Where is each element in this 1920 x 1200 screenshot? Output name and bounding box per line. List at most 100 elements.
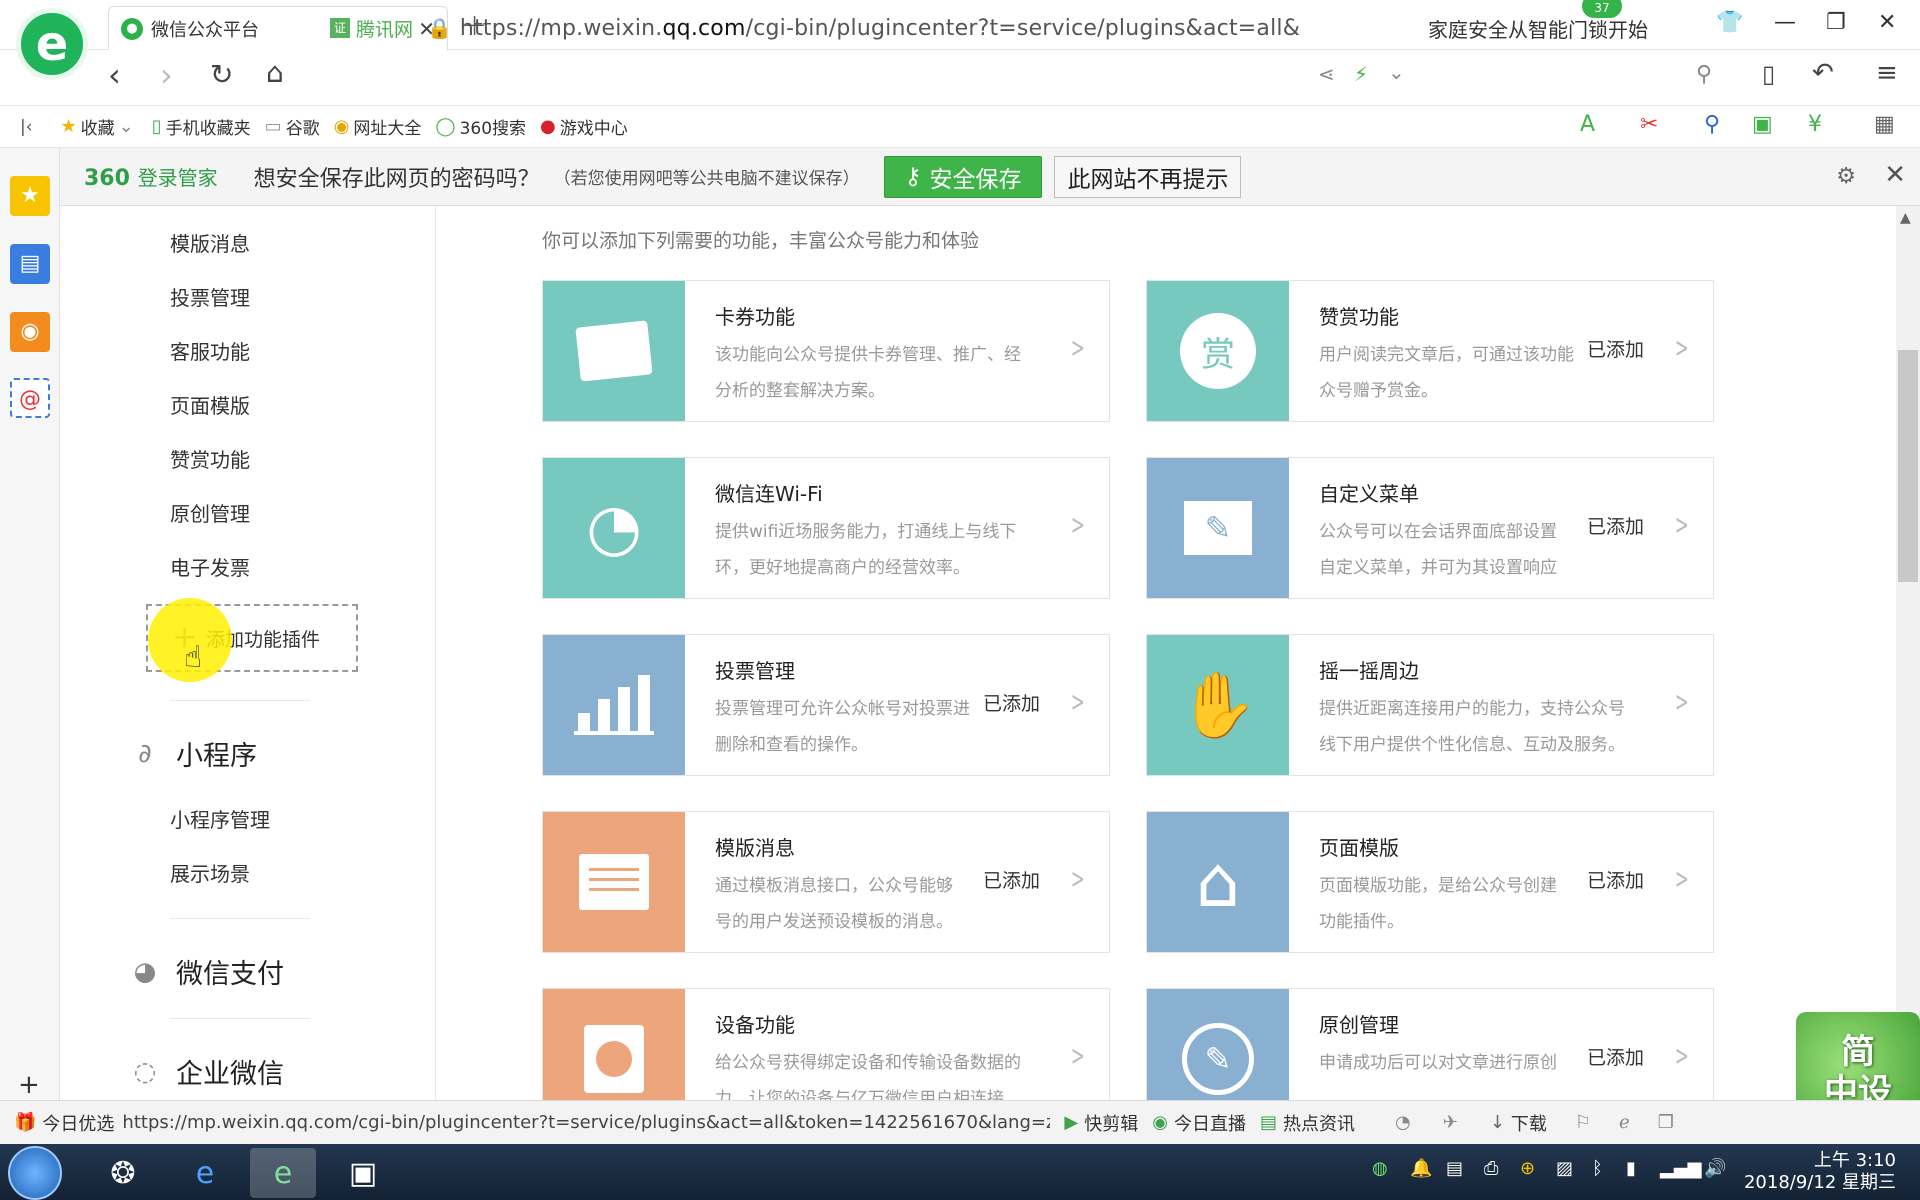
address-bar[interactable]: 证腾讯网 🔒 https://mp.weixin.qq.com/cgi-bin/…	[330, 8, 1390, 48]
bookmark-3[interactable]: ◉ 网址大全	[334, 114, 422, 139]
chevron-right-icon[interactable]: >	[1070, 508, 1084, 541]
chevron-right-icon[interactable]: >	[1070, 331, 1084, 364]
money-icon[interactable]: ¥	[1808, 112, 1822, 137]
scrollbar-thumb[interactable]	[1898, 350, 1918, 582]
sidebar-item-customer-service[interactable]: 客服功能	[170, 336, 250, 365]
sidebar-toggle-icon[interactable]: |‹	[20, 117, 33, 137]
scrollbar-track[interactable]	[1896, 206, 1920, 1100]
minimize-icon[interactable]: —	[1774, 10, 1796, 35]
chevron-right-icon[interactable]: >	[1674, 685, 1688, 718]
gamepad-icon[interactable]: ▣	[1752, 112, 1773, 137]
mobile-icon[interactable]: ▯	[1762, 60, 1775, 88]
plugin-card-card-coupon[interactable]: 卡券功能 该功能向公众号提供卡券管理、推广、经 分析的整套解决方案。 >	[542, 280, 1110, 422]
scissors-icon[interactable]: ✂	[1640, 112, 1658, 137]
bookmark-1[interactable]: ▯ 手机收藏夹	[152, 114, 251, 139]
translate-icon[interactable]: A	[1580, 112, 1595, 137]
site-badge[interactable]: 证腾讯网	[330, 15, 413, 42]
window-icon[interactable]: ❐	[1658, 1112, 1674, 1133]
window-close-icon[interactable]: ✕	[1878, 10, 1896, 35]
search-icon[interactable]: ⚲	[1696, 62, 1712, 87]
quick-edit[interactable]: ▶ 快剪辑	[1064, 1110, 1138, 1136]
download[interactable]: ↓ 下载	[1490, 1110, 1547, 1136]
chevron-right-icon[interactable]: >	[1674, 862, 1688, 895]
plugin-card-shake-nearby[interactable]: ✋ 摇一摇周边 提供近距离连接用户的能力，支持公众号 线下用户提供个性化信息、互动及服…	[1146, 634, 1714, 776]
tray-bell-icon[interactable]: 🔔	[1410, 1158, 1432, 1179]
section-wechat-pay[interactable]: ◕ 微信支付	[120, 952, 284, 991]
mail-icon[interactable]: @	[10, 378, 50, 418]
sidebar-item-page-template[interactable]: 页面模版	[170, 390, 250, 419]
menu-icon[interactable]: ≡	[1876, 58, 1898, 88]
360-safe-icon[interactable]: ❂	[90, 1148, 156, 1198]
home-icon[interactable]: ⌂	[266, 56, 284, 89]
today-pick[interactable]: 🎁 今日优选	[14, 1110, 114, 1136]
chevron-right-icon[interactable]: >	[1070, 862, 1084, 895]
tray-plus-icon[interactable]: ⊕	[1520, 1158, 1535, 1179]
sidebar-item-reward[interactable]: 赞赏功能	[170, 444, 250, 473]
scroll-up-icon[interactable]: ▲	[1900, 210, 1911, 226]
speed-icon[interactable]: ⚡	[1354, 62, 1368, 86]
plugin-card-custom-menu[interactable]: ✎ 自定义菜单 公众号可以在会话界面底部设置 自定义菜单，并可为其设置响应 已添加 >	[1146, 457, 1714, 599]
section-enterprise-wechat[interactable]: ◌ 企业微信	[120, 1052, 284, 1091]
chevron-right-icon[interactable]: >	[1674, 331, 1688, 364]
plugin-card-vote-manage[interactable]: 投票管理 投票管理可允许公众帐号对投票进 删除和查看的操作。 已添加 >	[542, 634, 1110, 776]
360-browser-icon[interactable]: e	[250, 1148, 316, 1198]
rail-add-icon[interactable]: +	[18, 1070, 40, 1100]
apps-grid-icon[interactable]: ▦	[1874, 112, 1895, 137]
restore-icon[interactable]: ❐	[1826, 10, 1846, 35]
news-icon[interactable]: ▤	[10, 244, 50, 284]
sidebar-item-invoice[interactable]: 电子发票	[170, 552, 250, 581]
ie-browser-icon[interactable]: e	[172, 1148, 238, 1198]
plugin-card-page-template[interactable]: ⌂ 页面模版 页面模版功能，是给公众号创建 功能插件。 已添加 >	[1146, 811, 1714, 953]
url-text[interactable]: https://mp.weixin.qq.com/cgi-bin/pluginc…	[460, 16, 1300, 41]
chevron-right-icon[interactable]: >	[1674, 508, 1688, 541]
favorites-icon[interactable]: ★	[10, 176, 50, 216]
sidebar-item-mini-manage[interactable]: 小程序管理	[170, 804, 270, 833]
tray-printer-icon[interactable]: ⎙	[1484, 1158, 1498, 1179]
flag-icon[interactable]: ⚐	[1575, 1112, 1591, 1133]
hot-news[interactable]: ▤ 热点资讯	[1260, 1110, 1355, 1136]
plugin-card-template-msg[interactable]: 模版消息 通过模板消息接口，公众号能够 号的用户发送预设模板的消息。 已添加 >	[542, 811, 1110, 953]
bookmark-4[interactable]: ◯ 360搜索	[435, 114, 526, 139]
live-stream[interactable]: ◉ 今日直播	[1152, 1110, 1246, 1136]
sidebar-item-template-msg[interactable]: 模版消息	[170, 228, 250, 257]
bookmark-5[interactable]: ● 游戏中心	[540, 114, 628, 139]
tray-360-icon[interactable]: ◍	[1372, 1158, 1388, 1179]
weibo-icon[interactable]: ◉	[10, 312, 50, 352]
clock[interactable]: 上午 3:10 2018/9/12 星期三	[1744, 1150, 1896, 1194]
network-icon[interactable]: ▂▄▆	[1660, 1158, 1702, 1179]
chevron-right-icon[interactable]: >	[1070, 685, 1084, 718]
volume-icon[interactable]: 🔊	[1704, 1158, 1726, 1179]
section-mini-program[interactable]: ∂ 小程序	[120, 734, 257, 773]
sidebar-item-scenes[interactable]: 展示场景	[170, 858, 250, 887]
sidebar-item-vote[interactable]: 投票管理	[170, 282, 250, 311]
back-icon[interactable]: ‹	[108, 56, 121, 94]
never-remind-button[interactable]: 此网站不再提示	[1054, 155, 1242, 198]
plugin-card-reward[interactable]: 赏赞赏功能 用户阅读完文章后，可通过该功能 众号赠予赏金。 已添加 >	[1146, 280, 1714, 422]
plugin-card-wechat-wifi[interactable]: ◔ 微信连Wi-Fi 提供wifi近场服务能力，打通线上与线下 环，更好地提高商户的经…	[542, 457, 1110, 599]
close-icon[interactable]: ✕	[1884, 160, 1906, 190]
lock-icon[interactable]: 🔒	[427, 16, 452, 40]
sidebar-item-original[interactable]: 原创管理	[170, 498, 250, 527]
tray-app-icon[interactable]: ▨	[1556, 1158, 1573, 1179]
skin-shirt-icon[interactable]: 👕	[1716, 10, 1743, 35]
bookmark-0[interactable]: ★ 收藏 ⌄	[61, 114, 138, 139]
battery-icon[interactable]: ▮	[1626, 1158, 1636, 1179]
pin-icon[interactable]: ✈	[1443, 1112, 1458, 1133]
safe-save-button[interactable]: ⚷ 安全保存	[883, 155, 1043, 198]
share-icon[interactable]: ⋖	[1318, 62, 1335, 86]
chevron-right-icon[interactable]: >	[1070, 1039, 1084, 1072]
undo-icon[interactable]: ↶	[1812, 58, 1834, 88]
bluetooth-icon[interactable]: ᛒ	[1592, 1158, 1603, 1179]
chevron-right-icon[interactable]: >	[1674, 1039, 1688, 1072]
speed-tool-icon[interactable]: ◔	[1395, 1112, 1411, 1133]
explorer-icon[interactable]: ▣	[330, 1148, 396, 1198]
refresh-icon[interactable]: ↻	[210, 58, 233, 91]
address-dropdown-icon[interactable]: ⌄	[1388, 60, 1405, 84]
ie-icon[interactable]: ℯ	[1619, 1112, 1630, 1133]
bookmark-2[interactable]: ▭ 谷歌	[265, 114, 320, 139]
tray-film-icon[interactable]: ▤	[1446, 1158, 1463, 1179]
browser-logo-icon[interactable]: e	[16, 8, 88, 80]
search-input[interactable]: 家庭安全从智能门锁开始	[1428, 14, 1708, 44]
start-button[interactable]	[8, 1146, 62, 1200]
gear-icon[interactable]: ⚙	[1836, 164, 1856, 189]
